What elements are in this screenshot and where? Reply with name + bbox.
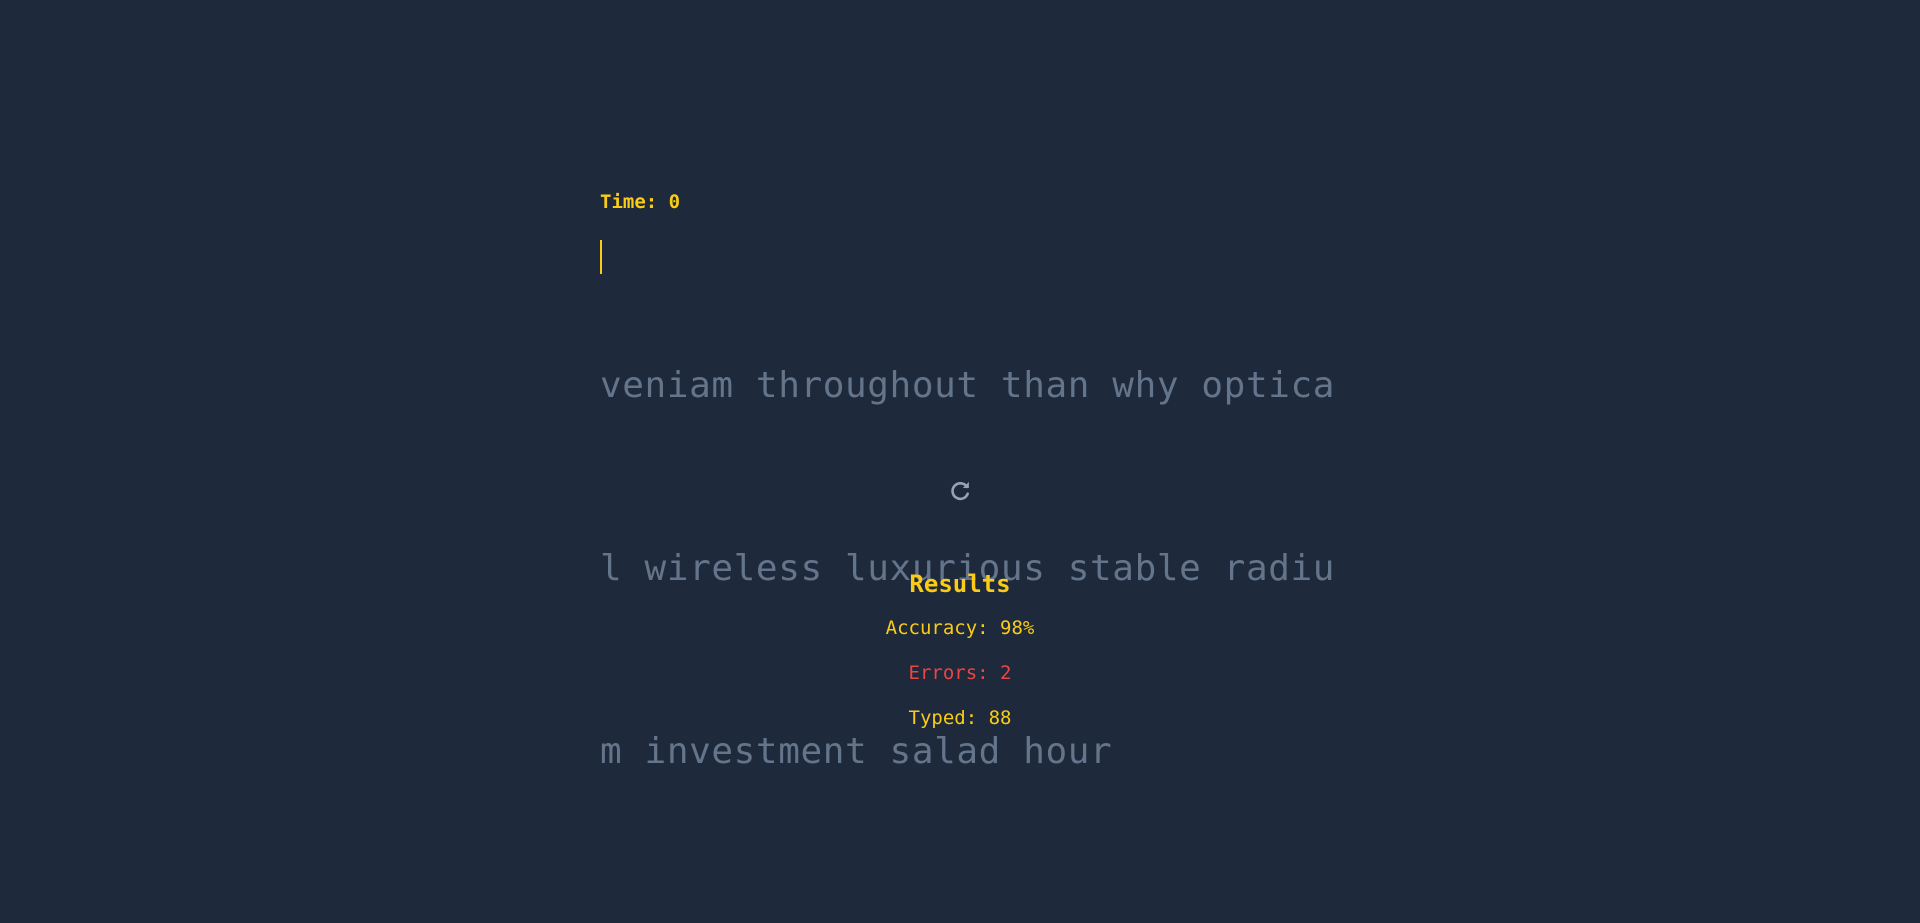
typing-test-app: Time: 0 veniam throughout than why optic… bbox=[0, 0, 1920, 923]
refresh-icon bbox=[951, 481, 969, 501]
timer-display: Time: 0 bbox=[600, 191, 681, 213]
errors-stat: Errors: 2 bbox=[908, 662, 1012, 684]
restart-button[interactable] bbox=[945, 476, 975, 506]
typing-text-line-1: veniam throughout than why optica bbox=[600, 365, 1336, 406]
accuracy-stat: Accuracy: 98% bbox=[885, 617, 1035, 639]
typed-stat: Typed: 88 bbox=[908, 707, 1012, 729]
typing-text-line-3: m investment salad hour bbox=[600, 731, 1113, 772]
results-title: Results bbox=[909, 570, 1011, 598]
results-panel: Results Accuracy: 98% Errors: 2 Typed: 8… bbox=[760, 568, 1160, 730]
